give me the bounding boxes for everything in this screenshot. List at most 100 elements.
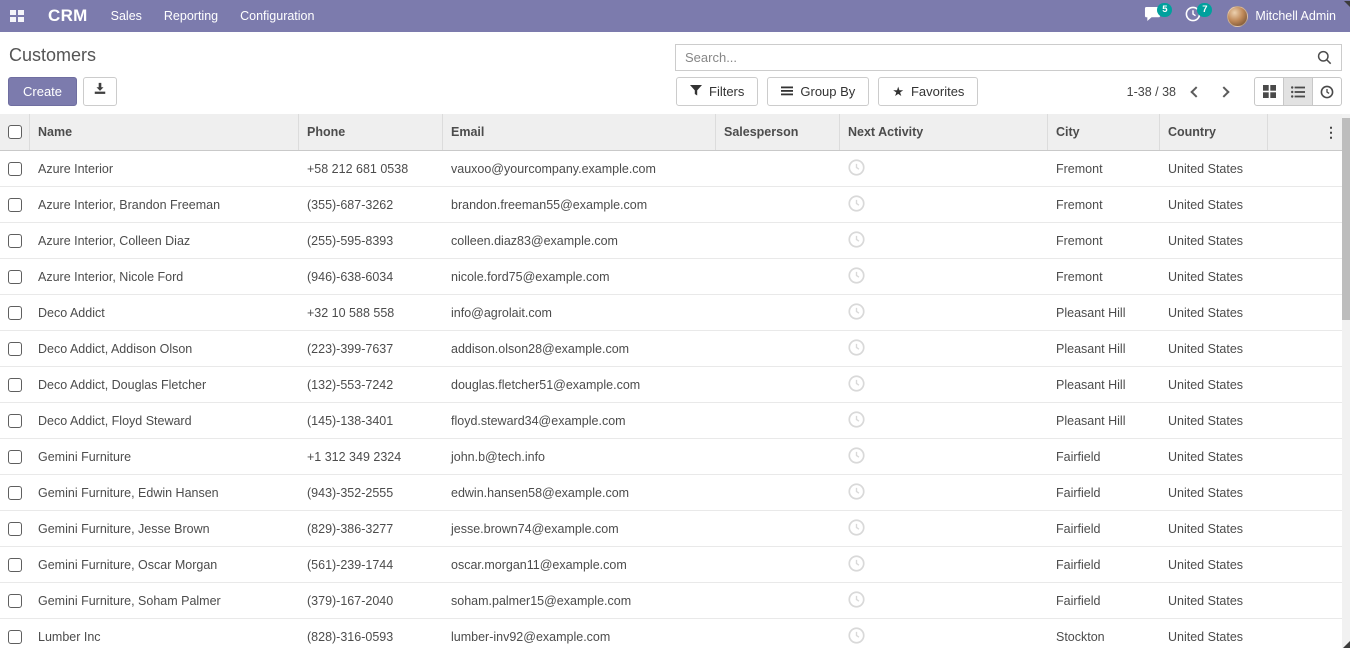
user-menu[interactable]: Mitchell Admin — [1213, 6, 1340, 27]
cell-phone: (943)-352-2555 — [299, 475, 443, 510]
cell-city: Pleasant Hill — [1048, 403, 1160, 438]
favorites-button[interactable]: ★ Favorites — [878, 77, 978, 106]
row-checkbox[interactable] — [8, 450, 22, 464]
next-activity-clock-icon[interactable] — [848, 195, 865, 215]
star-icon: ★ — [892, 85, 904, 98]
cell-email: soham.palmer15@example.com — [443, 583, 716, 618]
row-checkbox[interactable] — [8, 486, 22, 500]
next-activity-clock-icon[interactable] — [848, 627, 865, 647]
next-activity-clock-icon[interactable] — [848, 483, 865, 503]
table-row[interactable]: Gemini Furniture +1 312 349 2324 john.b@… — [0, 439, 1350, 475]
table-row[interactable]: Azure Interior, Nicole Ford (946)-638-60… — [0, 259, 1350, 295]
select-all-checkbox[interactable] — [8, 125, 22, 139]
next-activity-clock-icon[interactable] — [848, 519, 865, 539]
next-activity-clock-icon[interactable] — [848, 555, 865, 575]
table-row[interactable]: Deco Addict, Floyd Steward (145)-138-340… — [0, 403, 1350, 439]
column-header-next-activity[interactable]: Next Activity — [840, 114, 1048, 150]
pager-previous-button[interactable] — [1190, 86, 1201, 97]
optional-columns-toggle-icon[interactable]: ⋮ — [1324, 125, 1338, 139]
table-row[interactable]: Deco Addict +32 10 588 558 info@agrolait… — [0, 295, 1350, 331]
table-row[interactable]: Gemini Furniture, Oscar Morgan (561)-239… — [0, 547, 1350, 583]
pager-next-button[interactable] — [1218, 86, 1229, 97]
cell-phone: (379)-167-2040 — [299, 583, 443, 618]
row-checkbox[interactable] — [8, 594, 22, 608]
list-view-button[interactable] — [1283, 77, 1313, 106]
row-checkbox[interactable] — [8, 198, 22, 212]
next-activity-clock-icon[interactable] — [848, 447, 865, 467]
favorites-label: Favorites — [911, 84, 964, 99]
cell-email: brandon.freeman55@example.com — [443, 187, 716, 222]
row-checkbox[interactable] — [8, 630, 22, 644]
cell-email: colleen.diaz83@example.com — [443, 223, 716, 258]
next-activity-clock-icon[interactable] — [848, 231, 865, 251]
table-row[interactable]: Gemini Furniture, Soham Palmer (379)-167… — [0, 583, 1350, 619]
row-checkbox[interactable] — [8, 414, 22, 428]
table-row[interactable]: Lumber Inc (828)-316-0593 lumber-inv92@e… — [0, 619, 1350, 648]
cell-country: United States — [1160, 367, 1268, 402]
menu-reporting[interactable]: Reporting — [153, 0, 229, 32]
next-activity-clock-icon[interactable] — [848, 267, 865, 287]
column-header-phone[interactable]: Phone — [299, 114, 443, 150]
export-button[interactable] — [83, 77, 117, 106]
filters-button[interactable]: Filters — [676, 77, 758, 106]
row-checkbox[interactable] — [8, 270, 22, 284]
cell-name: Deco Addict — [30, 295, 299, 330]
cell-salesperson — [716, 511, 840, 546]
activity-view-button[interactable] — [1312, 77, 1342, 106]
cell-salesperson — [716, 151, 840, 186]
row-checkbox[interactable] — [8, 522, 22, 536]
search-input[interactable] — [676, 50, 1308, 65]
cell-salesperson — [716, 439, 840, 474]
row-checkbox[interactable] — [8, 378, 22, 392]
group-by-button[interactable]: Group By — [767, 77, 869, 106]
table-row[interactable]: Azure Interior, Brandon Freeman (355)-68… — [0, 187, 1350, 223]
cell-salesperson — [716, 187, 840, 222]
next-activity-clock-icon[interactable] — [848, 411, 865, 431]
cell-city: Stockton — [1048, 619, 1160, 648]
app-brand[interactable]: CRM — [48, 6, 88, 26]
next-activity-clock-icon[interactable] — [848, 339, 865, 359]
column-header-city[interactable]: City — [1048, 114, 1160, 150]
table-row[interactable]: Gemini Furniture, Jesse Brown (829)-386-… — [0, 511, 1350, 547]
cell-country: United States — [1160, 295, 1268, 330]
cell-country: United States — [1160, 259, 1268, 294]
next-activity-clock-icon[interactable] — [848, 591, 865, 611]
scroll-top-arrow-icon — [1344, 1, 1350, 7]
cell-salesperson — [716, 619, 840, 648]
activity-clock-icon — [1320, 85, 1334, 99]
row-checkbox[interactable] — [8, 558, 22, 572]
table-row[interactable]: Deco Addict, Douglas Fletcher (132)-553-… — [0, 367, 1350, 403]
cell-phone: (145)-138-3401 — [299, 403, 443, 438]
activities-badge: 7 — [1197, 3, 1212, 17]
column-header-name[interactable]: Name — [30, 114, 299, 150]
table-row[interactable]: Azure Interior +58 212 681 0538 vauxoo@y… — [0, 151, 1350, 187]
scrollbar-thumb[interactable] — [1342, 118, 1350, 320]
row-checkbox[interactable] — [8, 306, 22, 320]
kanban-view-button[interactable] — [1254, 77, 1284, 106]
vertical-scrollbar[interactable] — [1342, 114, 1350, 648]
activities-button[interactable]: 7 — [1173, 0, 1213, 32]
table-row[interactable]: Gemini Furniture, Edwin Hansen (943)-352… — [0, 475, 1350, 511]
column-header-country[interactable]: Country — [1160, 114, 1268, 150]
next-activity-clock-icon[interactable] — [848, 159, 865, 179]
cell-name: Azure Interior, Brandon Freeman — [30, 187, 299, 222]
table-row[interactable]: Deco Addict, Addison Olson (223)-399-763… — [0, 331, 1350, 367]
menu-sales[interactable]: Sales — [100, 0, 153, 32]
row-checkbox[interactable] — [8, 234, 22, 248]
column-header-salesperson[interactable]: Salesperson — [716, 114, 840, 150]
menu-configuration[interactable]: Configuration — [229, 0, 325, 32]
next-activity-clock-icon[interactable] — [848, 375, 865, 395]
row-checkbox[interactable] — [8, 342, 22, 356]
filter-funnel-icon — [690, 84, 702, 99]
next-activity-clock-icon[interactable] — [848, 303, 865, 323]
column-header-email[interactable]: Email — [443, 114, 716, 150]
search-icon[interactable] — [1308, 50, 1341, 65]
row-checkbox[interactable] — [8, 162, 22, 176]
messages-button[interactable]: 5 — [1132, 0, 1173, 32]
cell-phone: (561)-239-1744 — [299, 547, 443, 582]
cell-city: Fremont — [1048, 187, 1160, 222]
apps-menu-button[interactable] — [10, 0, 34, 32]
table-row[interactable]: Azure Interior, Colleen Diaz (255)-595-8… — [0, 223, 1350, 259]
create-button[interactable]: Create — [8, 77, 77, 106]
cell-phone: (946)-638-6034 — [299, 259, 443, 294]
